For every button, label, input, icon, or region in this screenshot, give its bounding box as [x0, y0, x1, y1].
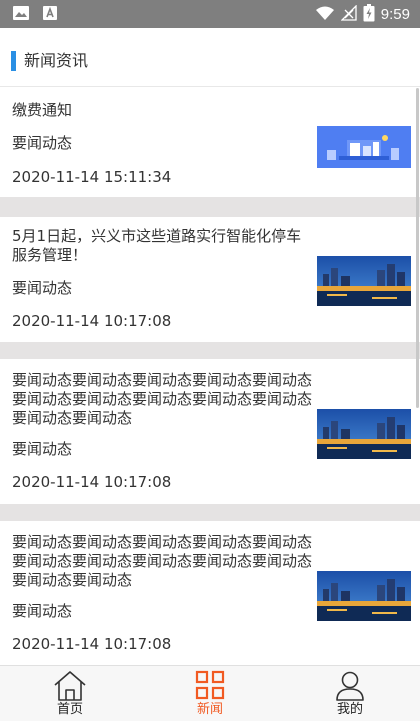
- battery-icon: [363, 4, 375, 26]
- signal-icon: [340, 4, 357, 25]
- wifi-icon: [315, 5, 335, 25]
- status-time: 9:59: [380, 6, 410, 23]
- news-category: 要闻动态: [12, 602, 73, 620]
- separator: [0, 197, 420, 217]
- home-icon: [52, 670, 88, 706]
- news-title: 缴费通知: [12, 101, 73, 119]
- news-item[interactable]: 缴费通知 要闻动态 2020-11-14 15:11:34: [0, 87, 420, 197]
- separator: [0, 504, 420, 521]
- header: 新闻资讯: [0, 28, 420, 87]
- bottom-nav: 首页 新闻 我的: [0, 665, 420, 721]
- news-item[interactable]: 要闻动态要闻动态要闻动态要闻动态要闻动态要闻动态要闻动态要闻动态要闻动态要闻动态…: [0, 521, 420, 665]
- news-category: 要闻动态: [12, 279, 73, 297]
- separator: [0, 342, 420, 359]
- news-item[interactable]: 要闻动态要闻动态要闻动态要闻动态要闻动态要闻动态要闻动态要闻动态要闻动态要闻动态…: [0, 359, 420, 504]
- news-grid-icon: [195, 670, 225, 704]
- news-category: 要闻动态: [12, 134, 73, 152]
- news-title: 5月1日起，兴义市这些道路实行智能化停车服务管理！: [12, 227, 302, 264]
- news-date: 2020-11-14 15:11:34: [12, 168, 172, 186]
- nav-item-news[interactable]: 新闻: [140, 666, 280, 721]
- page-title: 新闻资讯: [24, 51, 89, 70]
- nav-item-home[interactable]: 首页: [0, 666, 140, 721]
- status-bar: 9:59: [0, 0, 420, 28]
- news-item[interactable]: 5月1日起，兴义市这些道路实行智能化停车服务管理！ 要闻动态 2020-11-1…: [0, 217, 420, 342]
- nav-label-me: 我的: [336, 702, 363, 717]
- news-list[interactable]: 缴费通知 要闻动态 2020-11-14 15:11:34 5月1日起，兴义市这…: [0, 87, 420, 665]
- user-icon: [334, 670, 366, 706]
- nav-label-news: 新闻: [196, 702, 223, 717]
- news-title: 要闻动态要闻动态要闻动态要闻动态要闻动态要闻动态要闻动态要闻动态要闻动态要闻动态…: [12, 533, 313, 589]
- news-title: 要闻动态要闻动态要闻动态要闻动态要闻动态要闻动态要闻动态要闻动态要闻动态要闻动态…: [12, 371, 313, 427]
- image-icon: [12, 5, 30, 25]
- nav-label-home: 首页: [56, 702, 83, 717]
- news-date: 2020-11-14 10:17:08: [12, 635, 172, 653]
- news-thumbnail: [317, 409, 411, 459]
- nav-item-me[interactable]: 我的: [280, 666, 420, 721]
- news-date: 2020-11-14 10:17:08: [12, 312, 172, 330]
- news-date: 2020-11-14 10:17:08: [12, 473, 172, 491]
- news-thumbnail: [317, 126, 411, 168]
- news-category: 要闻动态: [12, 440, 73, 458]
- news-thumbnail: [317, 571, 411, 621]
- header-accent-bar: [11, 51, 16, 71]
- news-thumbnail: [317, 256, 411, 306]
- a-icon: [42, 5, 58, 25]
- scrollbar[interactable]: [416, 88, 419, 408]
